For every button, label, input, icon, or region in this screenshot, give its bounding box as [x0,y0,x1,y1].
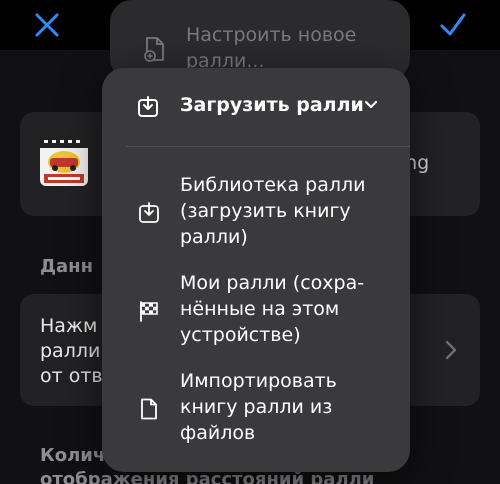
chevron-down-icon [364,100,378,109]
menu-separator [126,146,410,147]
new-document-icon [144,37,164,62]
data-section-header: Данн [40,256,94,277]
import-from-files-label: Импортировать книгу ралли из файлов [180,370,337,444]
download-icon [139,202,159,223]
data-card-text: Нажм ралли от отв [40,315,103,387]
setup-rally-label: Настроить новое ралли... [186,24,357,72]
chevron-right-icon [445,340,457,360]
menu-item-import-from-files[interactable]: Импортировать книгу ралли из файлов [102,368,410,468]
confirm-button[interactable] [436,8,470,42]
checkmark-icon [440,13,466,36]
load-rally-label: Загрузить ралли [180,94,364,116]
rally-library-label: Библиотека ралли (загрузить книгу ралли) [180,174,366,248]
load-rally-header[interactable]: Загрузить ралли [102,68,410,146]
my-rallies-label: Мои ралли (сохра- нённые на этом устройс… [180,272,365,346]
menu-item-rally-library[interactable]: Библиотека ралли (загрузить книгу ралли) [102,172,410,272]
document-icon [141,398,157,420]
menu-item-my-rallies[interactable]: Мои ралли (сохра- нённые на этом устройс… [102,270,410,370]
checkered-flag-icon [140,301,158,322]
rally-logo [38,136,90,188]
load-rally-menu: Загрузить ралли Библиотека ралли (загруз… [102,68,410,472]
download-tray-icon [138,96,158,117]
close-button[interactable] [30,8,64,42]
close-icon [35,13,59,37]
